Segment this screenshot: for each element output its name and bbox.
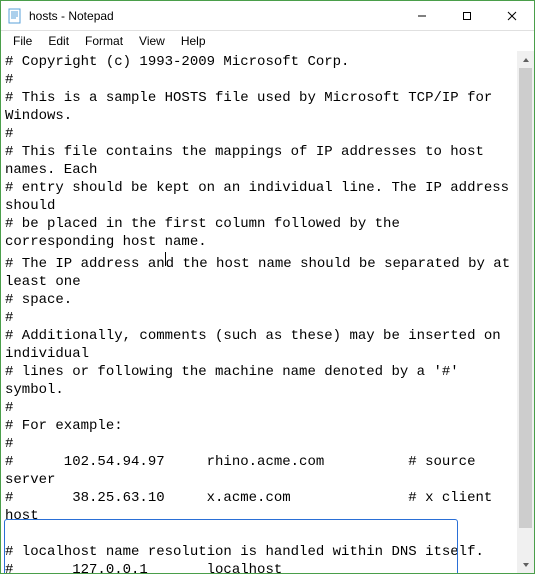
titlebar[interactable]: hosts - Notepad	[1, 1, 534, 31]
text-editor[interactable]: # Copyright (c) 1993-2009 Microsoft Corp…	[1, 51, 534, 573]
menubar: File Edit Format View Help	[1, 31, 534, 51]
vertical-scrollbar[interactable]	[517, 51, 534, 573]
scroll-thumb[interactable]	[519, 68, 532, 528]
window-controls	[399, 1, 534, 30]
window-title: hosts - Notepad	[29, 9, 399, 23]
menu-view[interactable]: View	[131, 32, 173, 50]
close-button[interactable]	[489, 1, 534, 30]
minimize-button[interactable]	[399, 1, 444, 30]
editor-area: # Copyright (c) 1993-2009 Microsoft Corp…	[1, 51, 534, 573]
menu-format[interactable]: Format	[77, 32, 131, 50]
menu-help[interactable]: Help	[173, 32, 214, 50]
maximize-button[interactable]	[444, 1, 489, 30]
menu-edit[interactable]: Edit	[40, 32, 77, 50]
scroll-down-button[interactable]	[517, 556, 534, 573]
menu-file[interactable]: File	[5, 32, 40, 50]
scroll-up-button[interactable]	[517, 51, 534, 68]
notepad-icon	[7, 8, 23, 24]
notepad-window: hosts - Notepad File Edit Format View He…	[0, 0, 535, 574]
scroll-track[interactable]	[517, 68, 534, 556]
